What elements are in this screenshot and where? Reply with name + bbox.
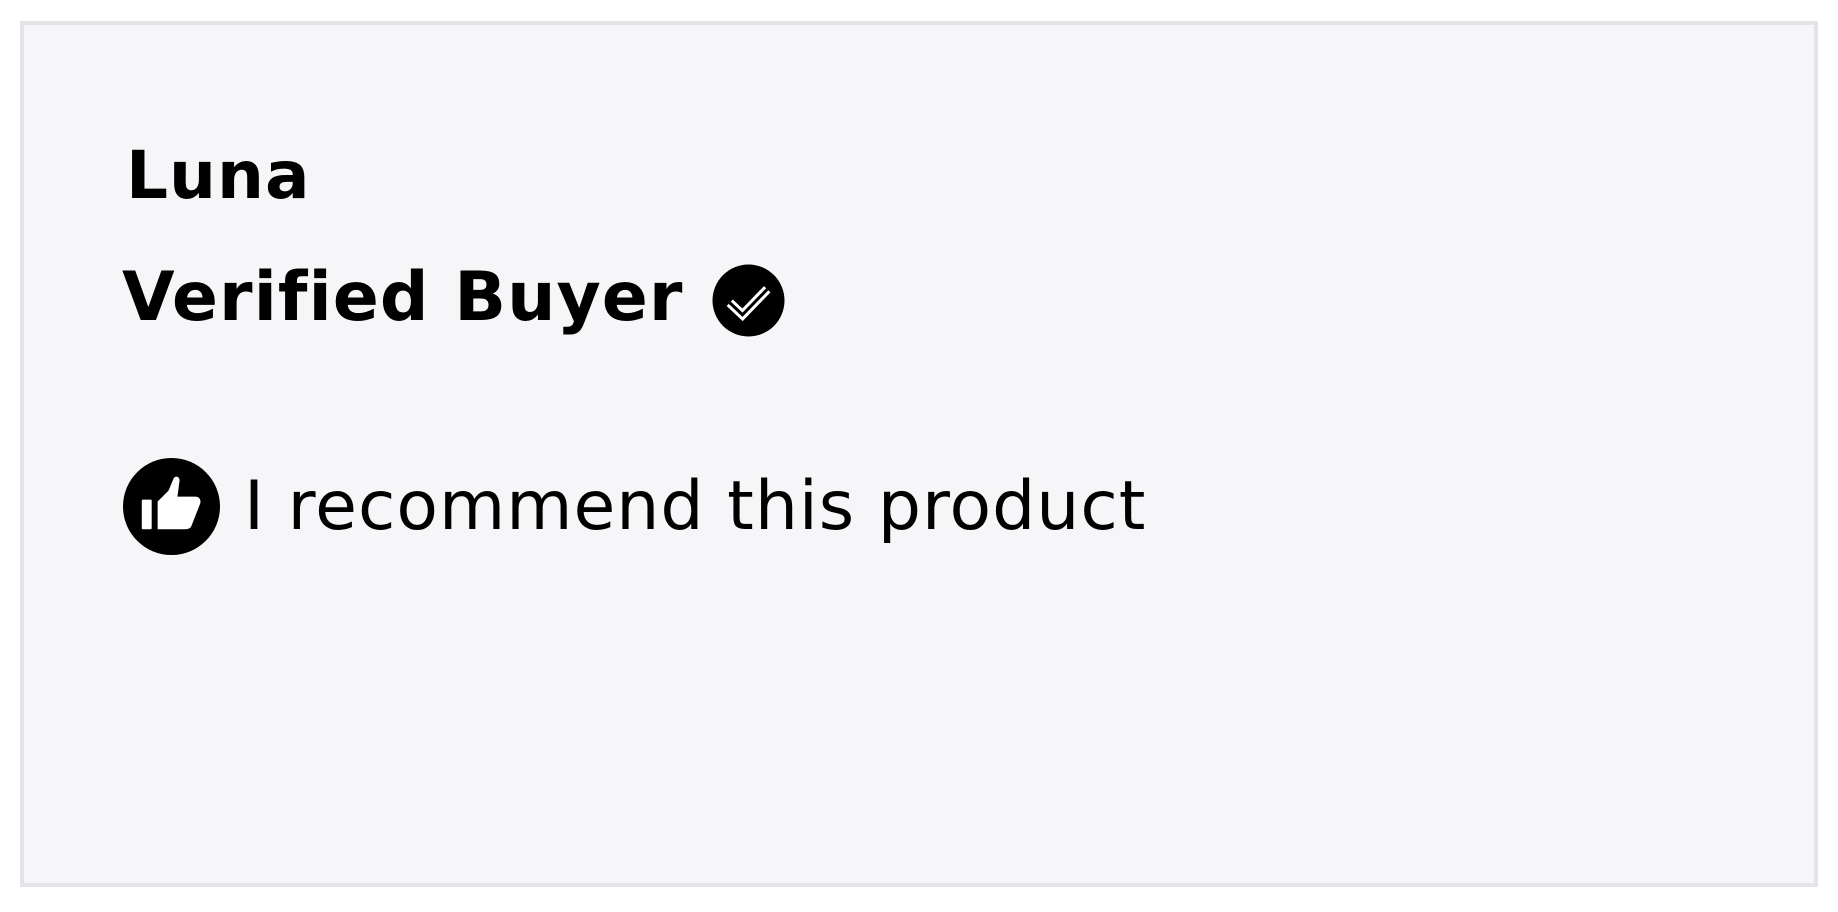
reviewer-name: Luna <box>126 137 311 214</box>
recommendation: I recommend this product <box>122 457 1146 556</box>
recommend-text: I recommend this product <box>244 466 1147 546</box>
verified-buyer-label: Verified Buyer <box>122 257 684 337</box>
verified-check-icon <box>711 263 786 338</box>
review-card: Luna Verified Buyer I recommend this pro… <box>20 21 1818 887</box>
verified-buyer-badge: Verified Buyer <box>122 257 786 338</box>
thumbs-up-icon <box>122 457 221 556</box>
